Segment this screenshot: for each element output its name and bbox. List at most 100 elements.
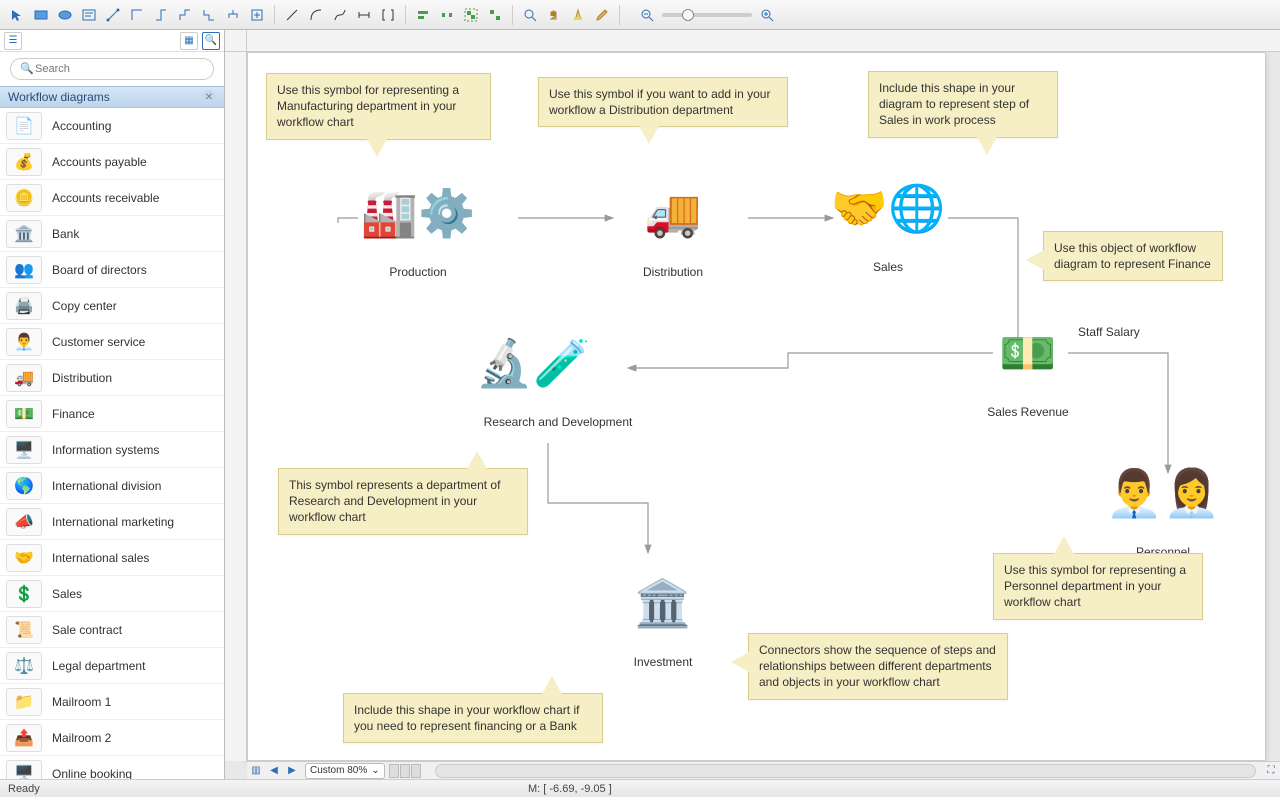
callout-sales: Include this shape in your diagram to re…	[868, 71, 1058, 138]
library-item[interactable]: 👨‍💼Customer service	[0, 324, 224, 360]
pointer-tool[interactable]	[6, 4, 28, 26]
library-item-label: Legal department	[52, 659, 145, 673]
library-search-input[interactable]	[10, 58, 214, 80]
node-revenue[interactable]: 💵 Sales Revenue	[968, 303, 1088, 419]
page-prev-icon[interactable]: ◀	[265, 762, 283, 780]
canvas-area: 🏭⚙️ Production 🚚 Distribution 🤝🌐 Sales 🔬…	[225, 30, 1280, 779]
library-item-label: Mailroom 2	[52, 731, 111, 745]
node-sales[interactable]: 🤝🌐 Sales	[828, 158, 948, 274]
l-connector-tool[interactable]	[126, 4, 148, 26]
library-item[interactable]: 💵Finance	[0, 396, 224, 432]
view-mode-2[interactable]	[400, 764, 410, 778]
rect-tool[interactable]	[30, 4, 52, 26]
brackets-tool[interactable]	[377, 4, 399, 26]
ellipse-tool[interactable]	[54, 4, 76, 26]
zoom-tool[interactable]	[519, 4, 541, 26]
library-item-label: Information systems	[52, 443, 159, 457]
text-tool[interactable]	[78, 4, 100, 26]
library-item[interactable]: 📤 Mailroom 2	[0, 720, 224, 756]
page-next-icon[interactable]: ▶	[283, 762, 301, 780]
library-item-label: Bank	[52, 227, 79, 241]
library-item[interactable]: 📜Sale contract	[0, 612, 224, 648]
node-investment[interactable]: 🏛️ Investment	[603, 553, 723, 669]
library-item[interactable]: 🚚Distribution	[0, 360, 224, 396]
group-tool[interactable]	[460, 4, 482, 26]
library-item[interactable]: 📄Accounting	[0, 108, 224, 144]
dimension-tool[interactable]	[353, 4, 375, 26]
factory-icon: 🏭⚙️	[358, 163, 478, 263]
tree-tool[interactable]	[222, 4, 244, 26]
library-item[interactable]: 👥Board of directors	[0, 252, 224, 288]
library-item[interactable]: 🏛️Bank	[0, 216, 224, 252]
orthogonal-tool[interactable]	[150, 4, 172, 26]
zoom-select[interactable]: Custom 80% ⌄	[305, 763, 385, 779]
connector-tool[interactable]	[102, 4, 124, 26]
callout-production: Use this symbol for representing a Manuf…	[266, 73, 491, 140]
fit-page-icon[interactable]: ⛶	[1262, 762, 1280, 780]
library-item[interactable]: 📣International marketing	[0, 504, 224, 540]
library-item-icon: 🚚	[6, 364, 42, 392]
library-item[interactable]: 🪙Accounts receivable	[0, 180, 224, 216]
library-item[interactable]: 🌎International division	[0, 468, 224, 504]
callout-connectors: Connectors show the sequence of steps an…	[748, 633, 1008, 700]
ungroup-tool[interactable]	[484, 4, 506, 26]
drawing-canvas[interactable]: 🏭⚙️ Production 🚚 Distribution 🤝🌐 Sales 🔬…	[247, 52, 1266, 761]
zoom-in-icon[interactable]	[756, 4, 778, 26]
node-production[interactable]: 🏭⚙️ Production	[358, 163, 478, 279]
view-mode-1[interactable]	[389, 764, 399, 778]
page-tabs-icon[interactable]: ▥	[247, 762, 265, 780]
library-item[interactable]: 🖥️Information systems	[0, 432, 224, 468]
library-item[interactable]: ⚖️Legal department	[0, 648, 224, 684]
library-item-icon: 🪙	[6, 184, 42, 212]
callout-bank: Include this shape in your workflow char…	[343, 693, 603, 743]
library-item-icon: 👨‍💼	[6, 328, 42, 356]
library-item-label: Accounting	[52, 119, 111, 133]
ruler-corner	[225, 30, 247, 52]
bottom-bar: ▥ ◀ ▶ Custom 80% ⌄ ⛶	[247, 761, 1280, 779]
section-title: Workflow diagrams	[8, 90, 110, 104]
library-sidebar: ☰ ▦ 🔍 🔍 Workflow diagrams ✕ 📄Accounting💰…	[0, 30, 225, 779]
arc-tool[interactable]	[305, 4, 327, 26]
curve-tool[interactable]	[329, 4, 351, 26]
insert-tool[interactable]	[246, 4, 268, 26]
ruler-horizontal[interactable]	[247, 30, 1280, 52]
library-item[interactable]: 💲Sales	[0, 576, 224, 612]
library-list: 📄Accounting💰Accounts payable🪙Accounts re…	[0, 108, 224, 779]
library-item[interactable]: 🤝International sales	[0, 540, 224, 576]
edit-tool[interactable]	[591, 4, 613, 26]
step-down-tool[interactable]	[198, 4, 220, 26]
library-item[interactable]: 💰Accounts payable	[0, 144, 224, 180]
hand-tool[interactable]	[543, 4, 565, 26]
dropdown-icon: ⌄	[371, 765, 379, 776]
library-item-icon: 💵	[6, 400, 42, 428]
library-item-icon: 📁	[6, 688, 42, 716]
tree-view-icon[interactable]: ☰	[4, 32, 22, 50]
library-item-label: International sales	[52, 551, 149, 565]
search-view-icon[interactable]: 🔍	[202, 32, 220, 50]
zoom-out-icon[interactable]	[636, 4, 658, 26]
line-tool[interactable]	[281, 4, 303, 26]
library-item-icon: 📤	[6, 724, 42, 752]
horizontal-scrollbar[interactable]	[435, 764, 1256, 778]
align-tool[interactable]	[412, 4, 434, 26]
view-mode-3[interactable]	[411, 764, 421, 778]
step-up-tool[interactable]	[174, 4, 196, 26]
grid-view-icon[interactable]: ▦	[180, 32, 198, 50]
library-item[interactable]: 🖨️Copy center	[0, 288, 224, 324]
status-mouse: M: [ -6.69, -9.05 ]	[528, 783, 612, 795]
distribute-tool[interactable]	[436, 4, 458, 26]
ruler-vertical[interactable]	[225, 52, 247, 761]
node-research[interactable]: 🔬🧪 Research and Development	[473, 313, 643, 429]
zoom-slider[interactable]	[636, 4, 778, 26]
node-distribution[interactable]: 🚚 Distribution	[613, 163, 733, 279]
library-item-label: International marketing	[52, 515, 174, 529]
library-item[interactable]: 📁Mailroom 1	[0, 684, 224, 720]
node-personnel[interactable]: 👨‍💼👩‍💼 Personnel	[1103, 443, 1223, 559]
close-section-icon[interactable]: ✕	[202, 90, 216, 104]
library-item[interactable]: 🖥️Online booking	[0, 756, 224, 779]
library-item-label: International division	[52, 479, 161, 493]
section-header[interactable]: Workflow diagrams ✕	[0, 86, 224, 108]
library-item-icon: 💰	[6, 148, 42, 176]
highlight-tool[interactable]	[567, 4, 589, 26]
main-toolbar	[0, 0, 1280, 30]
